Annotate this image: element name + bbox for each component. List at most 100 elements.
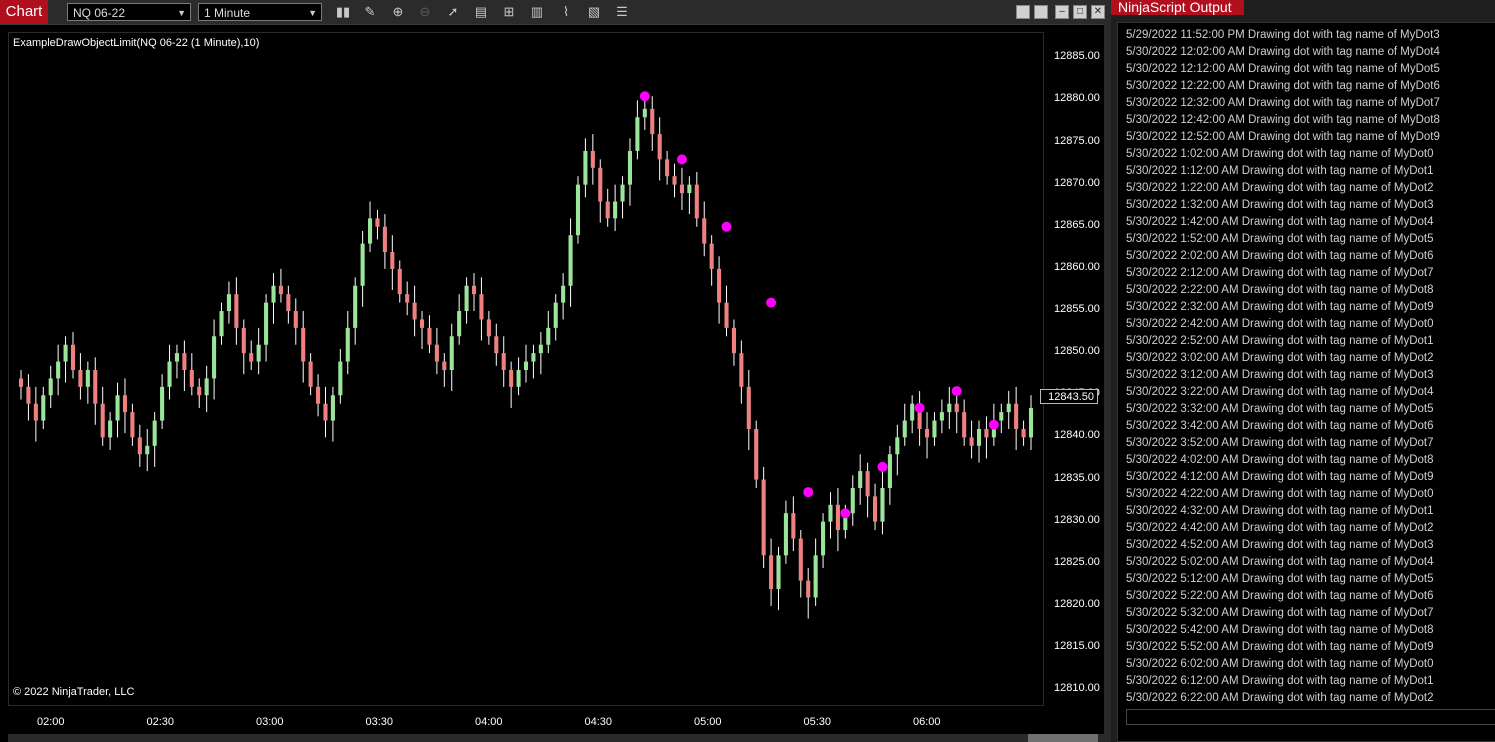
candle-body xyxy=(509,370,514,387)
candle xyxy=(174,344,179,379)
candle-body xyxy=(174,353,179,362)
candle xyxy=(464,277,469,324)
candle xyxy=(910,395,915,434)
output-tab[interactable]: NinjaScript Output xyxy=(1111,0,1244,15)
tile-icon[interactable] xyxy=(1016,5,1030,19)
instrument-selector[interactable]: NQ 06-22 ▼ xyxy=(67,3,191,21)
price-panel[interactable] xyxy=(8,32,1044,706)
draw-dot[interactable] xyxy=(840,508,851,519)
candle xyxy=(791,496,796,552)
candle xyxy=(226,281,231,324)
candle-body xyxy=(717,268,722,303)
close-icon[interactable]: ✕ xyxy=(1091,5,1105,19)
zoom-out-icon[interactable]: ⊖ xyxy=(416,3,434,21)
candle xyxy=(26,374,31,421)
candle xyxy=(902,403,907,446)
candle xyxy=(650,96,655,151)
scrollbar-thumb[interactable] xyxy=(1028,734,1098,742)
draw-dot[interactable] xyxy=(721,221,732,232)
draw-dot[interactable] xyxy=(951,386,962,397)
maximize-icon[interactable]: □ xyxy=(1073,5,1087,19)
draw-dot[interactable] xyxy=(914,402,925,413)
output-line: 5/30/2022 1:32:00 AM Drawing dot with ta… xyxy=(1126,199,1434,211)
pencil-icon[interactable]: ✎ xyxy=(361,3,379,21)
properties-icon[interactable]: ▧ xyxy=(585,3,603,21)
indicators-icon[interactable]: ⊞ xyxy=(500,3,518,21)
draw-dot[interactable] xyxy=(676,154,687,165)
candle-body xyxy=(665,159,670,177)
candle xyxy=(308,353,313,396)
draw-dot[interactable] xyxy=(877,461,888,472)
candle xyxy=(746,370,751,451)
candle-body xyxy=(189,370,194,387)
candle-body xyxy=(679,184,684,194)
candle xyxy=(471,273,477,312)
chart-trader-icon[interactable]: ⌇ xyxy=(557,3,575,21)
candle xyxy=(397,260,402,303)
y-tick-label: 12820.00 xyxy=(1054,597,1100,610)
candle-body xyxy=(197,386,202,396)
output-line: 5/30/2022 2:52:00 AM Drawing dot with ta… xyxy=(1126,335,1434,347)
output-log[interactable]: 5/29/2022 11:52:00 PM Drawing dot with t… xyxy=(1117,22,1495,742)
panel-splitter[interactable] xyxy=(1104,24,1111,742)
y-tick-label: 12885.00 xyxy=(1054,50,1100,63)
candle-body xyxy=(739,353,744,387)
candle xyxy=(56,344,61,396)
output-input-field[interactable] xyxy=(1126,709,1495,725)
output-line: 5/30/2022 2:32:00 AM Drawing dot with ta… xyxy=(1126,301,1434,313)
output-line: 5/30/2022 2:02:00 AM Drawing dot with ta… xyxy=(1126,250,1434,262)
candle xyxy=(145,428,150,472)
candle-body xyxy=(969,437,974,446)
x-tick-label: 05:30 xyxy=(803,716,832,728)
candle-body xyxy=(427,327,432,345)
draw-dot[interactable] xyxy=(639,91,650,102)
draw-dot[interactable] xyxy=(803,487,814,498)
candle xyxy=(115,382,120,438)
price-axis[interactable]: 12885.00 12880.00 12875.00 12870.00 12865.00… xyxy=(1044,32,1104,706)
candle xyxy=(449,323,454,392)
output-line: 5/30/2022 1:12:00 AM Drawing dot with ta… xyxy=(1126,165,1434,177)
candle-body xyxy=(657,134,662,160)
candle-body xyxy=(821,521,826,556)
data-box-icon[interactable]: ▤ xyxy=(472,3,490,21)
candle-body xyxy=(798,538,803,581)
output-line: 5/30/2022 6:12:00 AM Drawing dot with ta… xyxy=(1126,675,1434,687)
candle xyxy=(598,159,603,223)
candle xyxy=(635,100,640,160)
output-line: 5/30/2022 12:12:00 AM Drawing dot with t… xyxy=(1126,63,1440,75)
candle-body xyxy=(449,336,454,370)
candle-body xyxy=(256,344,261,362)
candle-body xyxy=(479,294,484,320)
candle-body xyxy=(167,361,172,387)
x-tick-label: 03:30 xyxy=(365,716,394,728)
candle xyxy=(821,513,826,568)
candle xyxy=(665,150,670,185)
chart-tab[interactable]: Chart xyxy=(0,0,48,24)
candle xyxy=(278,268,283,303)
draw-dot[interactable] xyxy=(766,297,777,308)
strategies-icon[interactable]: ▥ xyxy=(528,3,546,21)
candle-body xyxy=(858,471,863,488)
candle-body xyxy=(501,353,506,370)
y-tick-label: 12870.00 xyxy=(1054,176,1100,189)
minimize-icon[interactable]: – xyxy=(1055,5,1069,19)
candle xyxy=(63,336,68,383)
zoom-in-icon[interactable]: ⊕ xyxy=(389,3,407,21)
menu-icon[interactable]: ☰ xyxy=(613,3,631,21)
candle xyxy=(212,319,217,400)
bar-type-icon[interactable]: ▮▮ xyxy=(334,3,352,21)
candle-body xyxy=(264,302,269,345)
candle xyxy=(516,357,521,396)
candle xyxy=(924,412,930,459)
candle-body xyxy=(93,370,98,404)
interval-selector[interactable]: 1 Minute ▼ xyxy=(198,3,322,21)
pointer-icon[interactable]: ➚ xyxy=(444,3,462,21)
candle xyxy=(776,546,781,611)
draw-dot[interactable] xyxy=(988,419,999,430)
candle xyxy=(553,294,558,341)
candle-body xyxy=(330,395,335,421)
output-line: 5/30/2022 5:02:00 AM Drawing dot with ta… xyxy=(1126,556,1434,568)
tile-icon[interactable] xyxy=(1034,5,1048,19)
candle-body xyxy=(293,311,298,328)
horizontal-scrollbar[interactable] xyxy=(8,734,1104,742)
